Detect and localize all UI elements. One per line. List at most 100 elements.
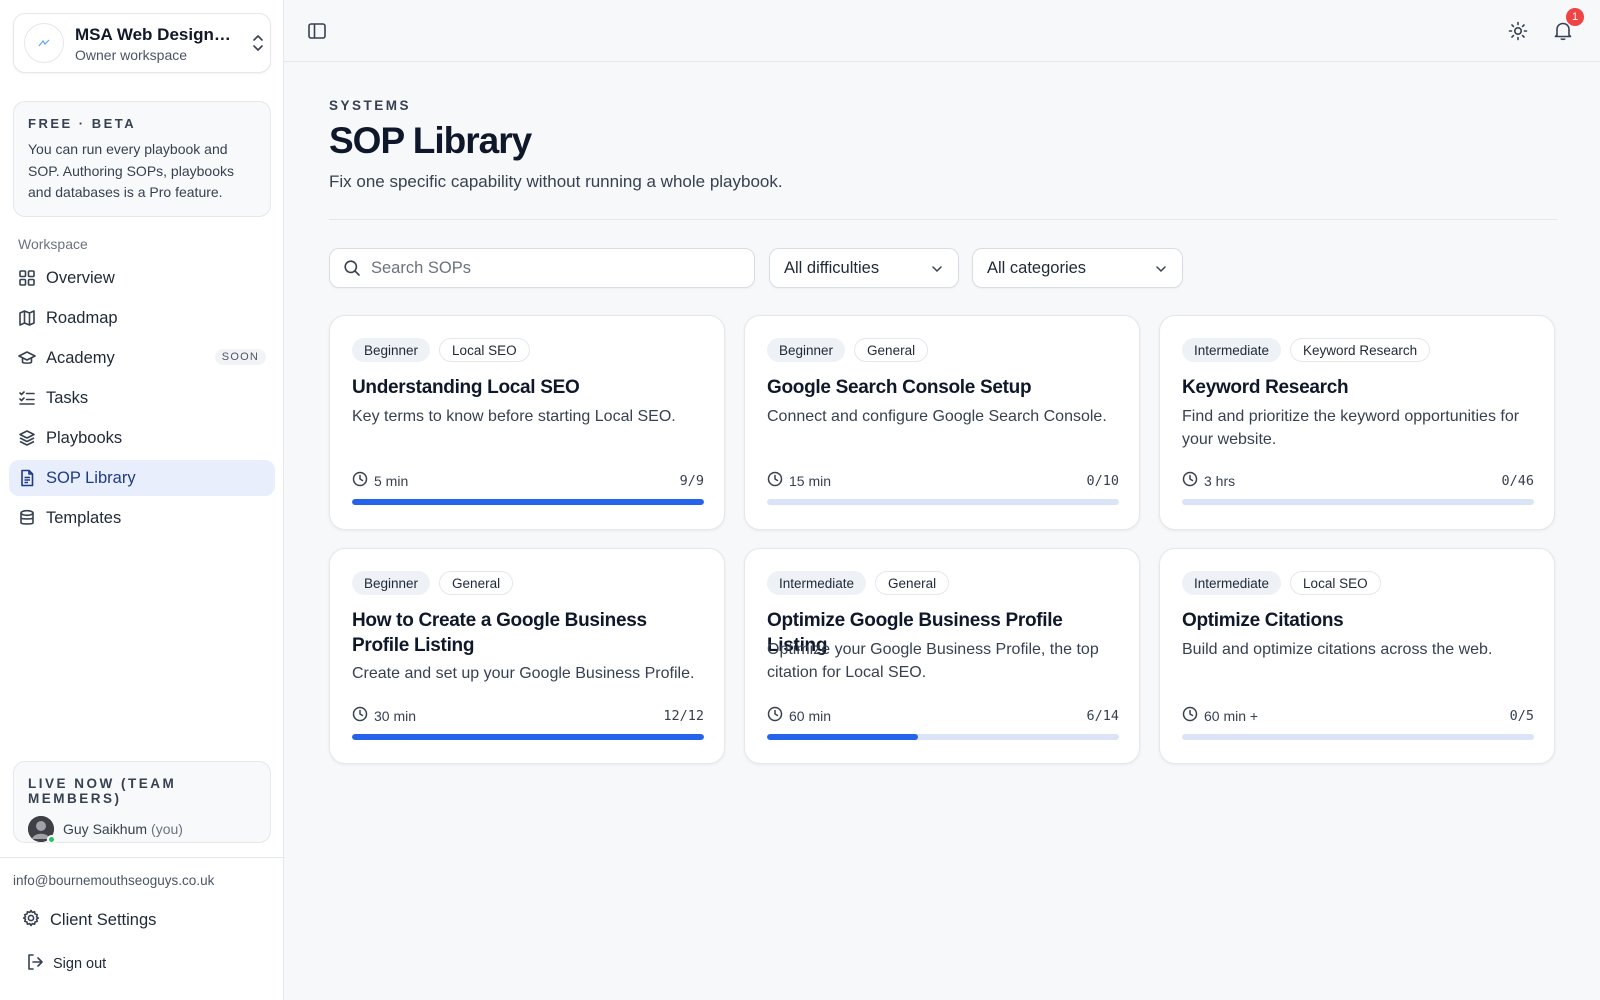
page-subtitle: Fix one specific capability without runn… <box>329 172 783 191</box>
difficulty-tag: Intermediate <box>767 571 867 595</box>
sop-card[interactable]: Beginner General How to Create a Google B… <box>329 548 725 764</box>
client-settings-button[interactable]: Client Settings <box>13 902 271 938</box>
sidebar-item-roadmap[interactable]: Roadmap <box>9 300 275 336</box>
difficulty-select[interactable]: All difficulties <box>769 248 959 288</box>
chevron-down-icon <box>932 266 942 273</box>
sidebar-item-academy[interactable]: Academy SOON <box>9 340 275 376</box>
chevron-down-icon <box>1156 266 1166 273</box>
progress-bar <box>1182 734 1534 740</box>
divider <box>329 219 1557 220</box>
chevrons-up-down-icon <box>253 35 263 51</box>
category-tag: General <box>875 571 950 595</box>
sidebar-footer: info@bournemouthseoguys.co.uk Client Set… <box>0 857 284 1000</box>
sop-card[interactable]: Beginner General Google Search Console Se… <box>744 315 1140 530</box>
sidebar-item-templates[interactable]: Templates <box>9 500 275 536</box>
sign-out-label: Sign out <box>53 956 107 972</box>
clock-icon <box>352 471 368 492</box>
workspace-name: MSA Web Design Bournemouth <box>75 25 235 44</box>
category-tag: Local SEO <box>1290 571 1381 595</box>
sop-description: Build and optimize citations across the … <box>1182 641 1493 658</box>
live-user[interactable]: Guy Saikhum (you) <box>28 816 256 844</box>
progress-bar <box>1182 499 1534 505</box>
file-text-icon <box>18 469 36 487</box>
difficulty-tag: Beginner <box>767 338 846 362</box>
sop-title: Keyword Research <box>1182 377 1349 398</box>
sidebar-nav: Overview Roadmap Academy SOON Tasks Play… <box>9 260 275 540</box>
sidebar-item-label: Academy <box>46 348 115 367</box>
sign-out-button[interactable]: Sign out <box>13 947 271 981</box>
sop-title: Understanding Local SEO <box>352 377 580 398</box>
category-tag: Local SEO <box>439 338 530 362</box>
sidebar-toggle-icon[interactable] <box>307 21 327 41</box>
live-now-title: LIVE NOW (TEAM MEMBERS) <box>28 776 177 806</box>
client-settings-label: Client Settings <box>50 910 157 929</box>
online-status-dot <box>47 835 56 844</box>
sidebar-item-label: Templates <box>46 508 122 527</box>
sop-description: Connect and configure Google Search Cons… <box>767 408 1107 425</box>
progress-bar <box>352 499 704 505</box>
beta-title: FREE · BETA <box>28 116 137 131</box>
progress-bar-fill <box>767 734 918 740</box>
sop-card[interactable]: Intermediate Keyword Research Keyword Res… <box>1159 315 1555 530</box>
sop-card[interactable]: Intermediate General Optimize Google Busi… <box>744 548 1140 764</box>
workspace-role: Owner workspace <box>75 47 188 63</box>
sop-card[interactable]: Intermediate Local SEO Optimize Citations… <box>1159 548 1555 764</box>
database-icon <box>18 509 36 527</box>
sidebar-item-label: Roadmap <box>46 308 118 327</box>
sop-title: How to Create a Google Business Profile … <box>352 610 647 656</box>
sidebar-item-tasks[interactable]: Tasks <box>9 380 275 416</box>
category-select[interactable]: All categories <box>972 248 1183 288</box>
difficulty-tag: Intermediate <box>1182 571 1282 595</box>
progress-bar <box>352 734 704 740</box>
soon-badge: SOON <box>214 349 266 365</box>
sidebar-item-label: Tasks <box>46 388 89 407</box>
sidebar-item-label: Overview <box>46 268 115 287</box>
category-tag: Keyword Research <box>1290 338 1431 362</box>
sop-description: Create and set up your Google Business P… <box>352 665 695 682</box>
sop-duration: 60 min <box>789 708 832 724</box>
page-eyebrow: SYSTEMS <box>329 98 412 113</box>
search-icon <box>344 260 360 276</box>
live-now-panel: LIVE NOW (TEAM MEMBERS) Guy Saikhum (you… <box>13 761 271 844</box>
difficulty-select-value: All difficulties <box>784 258 880 277</box>
sop-description: Key terms to know before starting Local … <box>352 408 676 425</box>
sop-description: Find and prioritize the keyword opportun… <box>1182 408 1520 448</box>
sop-card[interactable]: Beginner Local SEO Understanding Local SE… <box>329 315 725 530</box>
live-user-name: Guy Saikhum <box>63 821 148 837</box>
progress-bar-fill <box>352 734 704 740</box>
sidebar-item-sop-library[interactable]: SOP Library <box>9 460 275 496</box>
sop-progress-count: 6/14 <box>1086 708 1119 724</box>
sun-icon[interactable] <box>1508 21 1528 41</box>
difficulty-tag: Beginner <box>352 571 431 595</box>
progress-bar <box>767 499 1119 505</box>
clock-icon <box>767 471 783 492</box>
category-select-value: All categories <box>987 258 1087 277</box>
sop-progress-count: 12/12 <box>663 708 704 724</box>
account-email: info@bournemouthseoguys.co.uk <box>13 873 215 888</box>
category-tag: General <box>854 338 929 362</box>
sop-duration: 5 min <box>374 473 409 489</box>
gear-icon <box>22 909 40 932</box>
avatar <box>28 816 56 844</box>
progress-bar <box>767 734 1119 740</box>
sidebar-item-playbooks[interactable]: Playbooks <box>9 420 275 456</box>
sop-duration: 3 hrs <box>1204 473 1236 489</box>
search-input[interactable] <box>371 258 721 278</box>
sop-title: Optimize Citations <box>1182 610 1344 631</box>
sop-progress-count: 0/10 <box>1086 473 1119 489</box>
sop-description: Optimize your Google Business Profile, t… <box>767 641 1099 681</box>
sop-title: Google Search Console Setup <box>767 377 1032 398</box>
sop-duration: 15 min <box>789 473 832 489</box>
layers-icon <box>18 429 36 447</box>
workspace-switcher[interactable]: MSA Web Design Bournemouth Owner workspa… <box>13 13 271 73</box>
sidebar-item-overview[interactable]: Overview <box>9 260 275 296</box>
map-icon <box>18 309 36 327</box>
beta-notice: FREE · BETA You can run every playbook a… <box>13 101 271 217</box>
sop-progress-count: 9/9 <box>679 473 704 489</box>
progress-bar-fill <box>352 499 704 505</box>
log-out-icon <box>26 953 44 976</box>
grid-icon <box>18 269 36 287</box>
search-box[interactable] <box>329 248 755 288</box>
clock-icon <box>352 706 368 727</box>
difficulty-tag: Beginner <box>352 338 431 362</box>
